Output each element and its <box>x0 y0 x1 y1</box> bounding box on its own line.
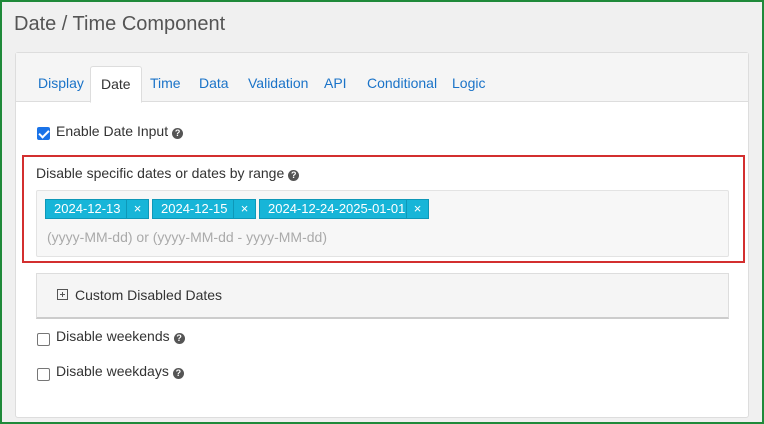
remove-tag-icon[interactable]: × <box>126 200 148 218</box>
expand-plus-icon[interactable] <box>57 289 68 300</box>
disable-dates-row: Disable specific dates or dates by range… <box>36 165 300 181</box>
tab-date[interactable]: Date <box>90 66 142 103</box>
disable-weekends-label: Disable weekends <box>56 328 170 344</box>
date-tag-label: 2024-12-24-2025-01-01 <box>268 201 406 216</box>
tab-logic[interactable]: Logic <box>442 66 495 103</box>
custom-disabled-dates-panel[interactable]: Custom Disabled Dates <box>36 273 729 319</box>
page-title: Date / Time Component <box>14 13 226 35</box>
help-icon[interactable]: ? <box>172 128 184 139</box>
disable-weekends-checkbox[interactable] <box>37 333 50 346</box>
tab-display[interactable]: Display <box>28 66 94 103</box>
custom-disabled-dates-label[interactable]: Custom Disabled Dates <box>75 287 222 303</box>
date-tag: 2024-12-13 × <box>45 199 149 219</box>
settings-panel: Display Date Time Data Validation API Co… <box>15 52 749 418</box>
tab-data[interactable]: Data <box>189 66 239 103</box>
disable-dates-tag-input[interactable]: 2024-12-13 × 2024-12-15 × 2024-12-24-202… <box>36 190 729 257</box>
help-icon[interactable]: ? <box>173 333 185 344</box>
tab-api[interactable]: API <box>314 66 357 103</box>
disable-weekdays-row: Disable weekdays? <box>56 363 184 379</box>
window-frame: Date / Time Component Display Date Time … <box>0 0 764 424</box>
disable-weekdays-checkbox[interactable] <box>37 368 50 381</box>
date-tag: 2024-12-15 × <box>152 199 256 219</box>
disable-dates-label: Disable specific dates or dates by range <box>36 165 285 181</box>
disable-weekdays-label: Disable weekdays <box>56 363 169 379</box>
disable-weekends-row: Disable weekends? <box>56 328 185 344</box>
help-icon[interactable]: ? <box>288 170 300 181</box>
date-tag: 2024-12-24-2025-01-01 × <box>259 199 429 219</box>
date-tag-label: 2024-12-15 <box>161 201 228 216</box>
enable-date-input-row: Enable Date Input? <box>56 123 184 139</box>
enable-date-input-checkbox[interactable] <box>37 127 50 140</box>
enable-date-input-label: Enable Date Input <box>56 123 169 139</box>
date-tag-label: 2024-12-13 <box>54 201 121 216</box>
tab-time[interactable]: Time <box>140 66 191 103</box>
tag-input-placeholder[interactable]: (yyyy-MM-dd) or (yyyy-MM-dd - yyyy-MM-dd… <box>47 229 327 245</box>
tab-conditional[interactable]: Conditional <box>357 66 447 103</box>
remove-tag-icon[interactable]: × <box>233 200 255 218</box>
remove-tag-icon[interactable]: × <box>406 200 428 218</box>
tab-validation[interactable]: Validation <box>238 66 318 103</box>
help-icon[interactable]: ? <box>172 368 184 379</box>
tab-bar: Display Date Time Data Validation API Co… <box>16 53 748 103</box>
